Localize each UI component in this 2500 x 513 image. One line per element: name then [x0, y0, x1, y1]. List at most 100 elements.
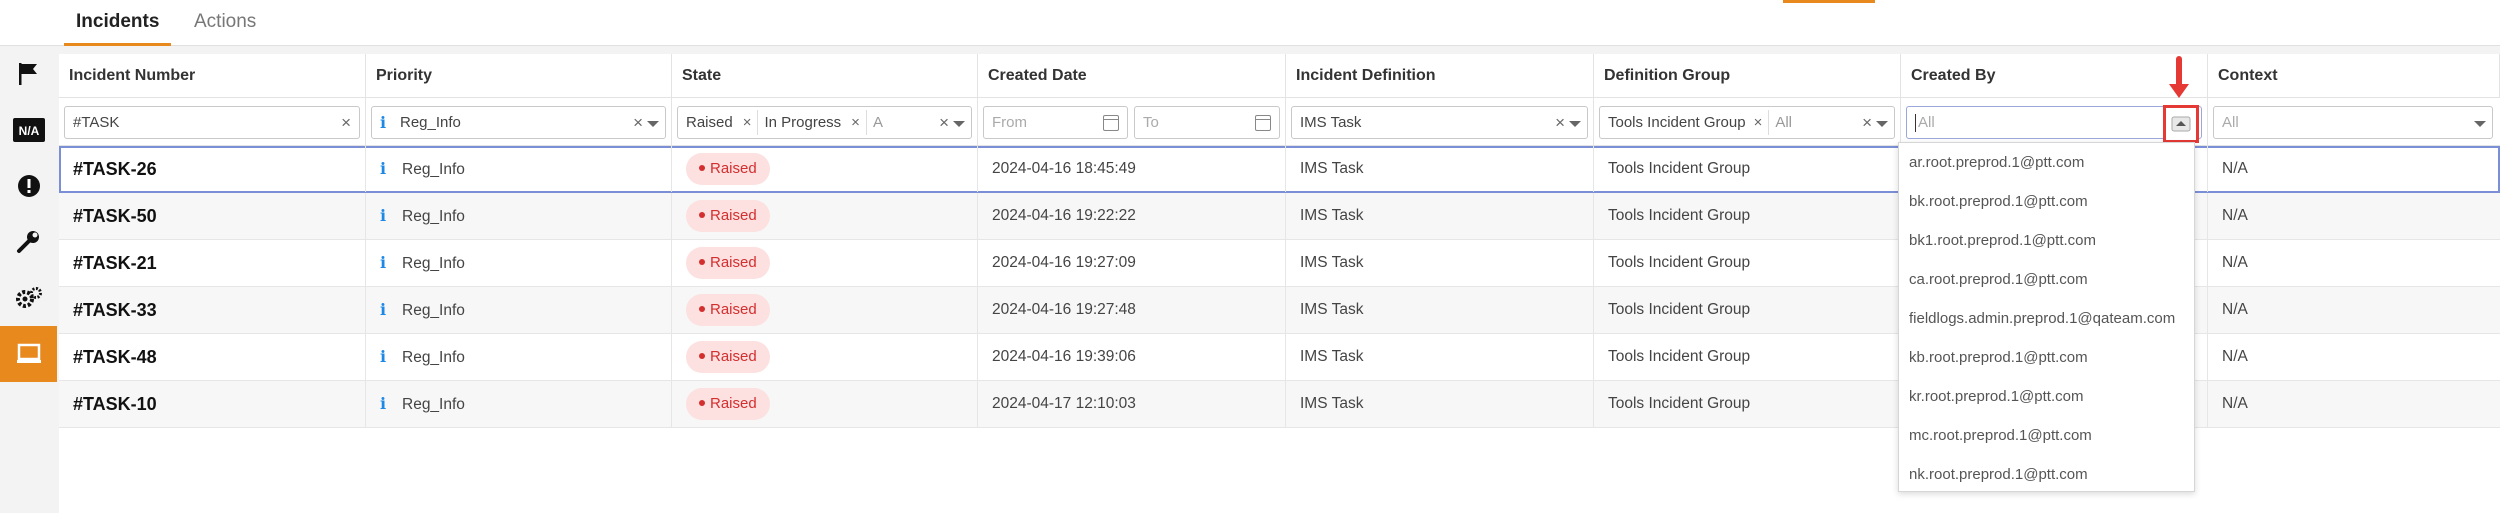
info-icon: i [380, 300, 387, 319]
dropdown-option[interactable]: fieldlogs.admin.preprod.1@qateam.com [1899, 299, 2194, 338]
dropdown-option[interactable]: mc.root.preprod.1@ptt.com [1899, 416, 2194, 455]
priority-filter-select[interactable]: i Reg_Info × [371, 106, 666, 139]
header-context[interactable]: Context [2208, 54, 2500, 98]
rail-item-wrench[interactable] [0, 214, 57, 270]
chevron-down-icon[interactable] [1569, 121, 1581, 127]
context-cell: N/A [2208, 193, 2500, 239]
created-date-cell: 2024-04-16 19:39:06 [978, 334, 1286, 380]
definition-group-cell: Tools Incident Group [1594, 146, 1901, 192]
clear-state-icon[interactable]: × [939, 113, 949, 133]
incident-number-cell: #TASK-21 [59, 240, 366, 286]
chevron-down-icon[interactable] [647, 121, 659, 127]
status-label: Raised [710, 160, 757, 177]
header-definition-group[interactable]: Definition Group [1594, 54, 1901, 98]
definition-group: Tools Incident Group [1608, 301, 1751, 318]
state-chip-raised[interactable]: Raised × [680, 110, 759, 135]
created-date-cell: 2024-04-16 19:27:48 [978, 287, 1286, 333]
date-to-input[interactable]: To [1134, 106, 1280, 139]
priority-cell: i Reg_Info [366, 287, 672, 333]
priority-filter-value: Reg_Info [400, 114, 461, 131]
info-icon: i [380, 394, 387, 413]
priority-cell: i Reg_Info [366, 381, 672, 427]
priority-cell: i Reg_Info [366, 146, 672, 192]
remove-chip-icon[interactable]: × [851, 114, 860, 131]
context-cell: N/A [2208, 287, 2500, 333]
info-icon: i [380, 347, 387, 366]
state-cell: Raised [672, 240, 978, 286]
filter-cell-state: Raised × In Progress × A × [672, 98, 978, 146]
incident-definition-cell: IMS Task [1286, 287, 1594, 333]
header-incident-number[interactable]: Incident Number [59, 54, 366, 98]
calendar-icon[interactable] [1255, 115, 1271, 131]
incident-number: #TASK-26 [73, 159, 157, 179]
clear-priority-icon[interactable]: × [633, 113, 643, 133]
dropdown-option[interactable]: ca.root.preprod.1@ptt.com [1899, 260, 2194, 299]
priority-label: Reg_Info [402, 255, 465, 272]
created-date-cell: 2024-04-16 19:22:22 [978, 193, 1286, 239]
definition-group-chip[interactable]: Tools Incident Group × [1602, 110, 1770, 135]
created-date-cell: 2024-04-17 12:10:03 [978, 381, 1286, 427]
dropdown-option[interactable]: kb.root.preprod.1@ptt.com [1899, 338, 2194, 377]
incident-definition-filter-select[interactable]: IMS Task × [1291, 106, 1588, 139]
clear-incident-number-icon[interactable]: × [341, 113, 351, 133]
remove-chip-icon[interactable]: × [1754, 114, 1763, 131]
rail-item-monitor[interactable] [0, 326, 57, 382]
dropdown-option[interactable]: bk1.root.preprod.1@ptt.com [1899, 221, 2194, 260]
date-from-input[interactable]: From [983, 106, 1128, 139]
date-from-placeholder: From [992, 114, 1027, 131]
header-incident-definition[interactable]: Incident Definition [1286, 54, 1594, 98]
svg-text:N/A: N/A [18, 124, 39, 138]
chevron-down-icon[interactable] [2474, 121, 2486, 127]
header-created-date[interactable]: Created Date [978, 54, 1286, 98]
state-chip-truncated[interactable]: A [867, 110, 889, 135]
definition-group-filter-select[interactable]: Tools Incident Group × All × [1599, 106, 1895, 139]
filter-cell-definition-group: Tools Incident Group × All × [1594, 98, 1901, 146]
clear-definition-group-icon[interactable]: × [1862, 113, 1872, 133]
rail-item-alert[interactable] [0, 158, 57, 214]
dropdown-option[interactable]: bk.root.preprod.1@ptt.com [1899, 182, 2194, 221]
header-state[interactable]: State [672, 54, 978, 98]
tab-incidents[interactable]: Incidents [64, 0, 172, 46]
top-tab-bar: Incidents Actions [0, 0, 2500, 46]
definition-group: Tools Incident Group [1608, 254, 1751, 271]
created-date: 2024-04-17 12:10:03 [992, 395, 1136, 412]
dropdown-option[interactable]: kr.root.preprod.1@ptt.com [1899, 377, 2194, 416]
context-value: N/A [2222, 207, 2248, 224]
rail-item-flag[interactable] [0, 46, 57, 102]
clear-incident-definition-icon[interactable]: × [1555, 113, 1565, 133]
created-by-filter-input[interactable]: All [1906, 106, 2202, 139]
state-filter-select[interactable]: Raised × In Progress × A × [677, 106, 972, 139]
chevron-down-icon[interactable] [953, 121, 965, 127]
rail-item-na[interactable]: N/A [0, 102, 57, 158]
dropdown-option[interactable]: nk.root.preprod.1@ptt.com [1899, 455, 2194, 491]
context-filter-select[interactable]: All [2213, 106, 2493, 139]
header-priority[interactable]: Priority [366, 54, 672, 98]
context-cell: N/A [2208, 240, 2500, 286]
incident-number-cell: #TASK-26 [59, 146, 366, 192]
calendar-icon[interactable] [1103, 115, 1119, 131]
header-created-by[interactable]: Created By [1901, 54, 2208, 98]
created-by-dropdown-toggle[interactable] [2163, 105, 2199, 143]
created-date-cell: 2024-04-16 18:45:49 [978, 146, 1286, 192]
created-date: 2024-04-16 19:22:22 [992, 207, 1136, 224]
info-icon: i [380, 206, 387, 225]
remove-chip-icon[interactable]: × [743, 114, 752, 131]
definition-group-cell: Tools Incident Group [1594, 287, 1901, 333]
rail-item-gears[interactable] [0, 270, 57, 326]
tab-actions[interactable]: Actions [182, 0, 268, 46]
incident-definition-cell: IMS Task [1286, 146, 1594, 192]
context-cell: N/A [2208, 381, 2500, 427]
dropdown-option[interactable]: ar.root.preprod.1@ptt.com [1899, 143, 2194, 182]
context-value: N/A [2222, 160, 2248, 177]
status-label: Raised [710, 207, 757, 224]
monitor-icon [16, 343, 41, 363]
incident-number-filter-value: #TASK [73, 114, 120, 131]
context-cell: N/A [2208, 334, 2500, 380]
incident-definition-filter-value: IMS Task [1300, 114, 1362, 131]
alert-icon [17, 175, 40, 197]
incident-number-filter-input[interactable]: #TASK × [64, 106, 360, 139]
created-date: 2024-04-16 18:45:49 [992, 160, 1136, 177]
state-chip-in-progress[interactable]: In Progress × [758, 110, 867, 135]
incident-definition-cell: IMS Task [1286, 240, 1594, 286]
chevron-down-icon[interactable] [1876, 121, 1888, 127]
